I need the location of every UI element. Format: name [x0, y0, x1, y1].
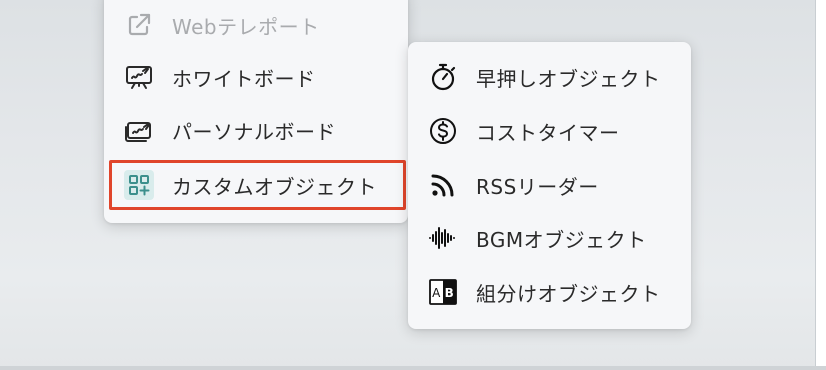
- personal-board-icon: [124, 115, 154, 145]
- ab-group-icon: A B: [428, 277, 458, 307]
- menu-item-label: Webテレポート: [172, 14, 320, 39]
- menu-item-grouping-object[interactable]: A B 組分けオブジェクト: [428, 270, 678, 314]
- menu-item-quick-press-object[interactable]: 早押しオブジェクト: [428, 55, 678, 99]
- menu-item-label: RSSリーダー: [476, 174, 599, 199]
- stopwatch-icon: [428, 62, 458, 92]
- menu-item-whiteboard[interactable]: ホワイトボード: [124, 55, 394, 99]
- menu-item-label: BGMオブジェクト: [476, 227, 647, 252]
- audio-wave-icon: [428, 223, 458, 253]
- window-right-edge: [816, 0, 826, 370]
- menu-item-label: 組分けオブジェクト: [476, 281, 661, 306]
- highlight-box: [109, 160, 406, 210]
- whiteboard-icon: [124, 62, 154, 92]
- window-bottom-edge: [0, 366, 826, 370]
- dollar-circle-icon: [428, 116, 458, 146]
- menu-item-label: 早押しオブジェクト: [476, 66, 661, 91]
- menu-item-label: ホワイトボード: [172, 66, 316, 91]
- menu-item-web-teleport: Webテレポート: [124, 3, 394, 47]
- menu-item-bgm-object[interactable]: BGMオブジェクト: [428, 216, 678, 260]
- svg-text:A: A: [432, 286, 441, 300]
- menu-item-personal-board[interactable]: パーソナルボード: [124, 108, 394, 152]
- menu-item-label: パーソナルボード: [172, 119, 336, 144]
- external-link-icon: [124, 10, 154, 40]
- svg-text:B: B: [445, 286, 455, 300]
- rss-icon: [428, 170, 458, 200]
- custom-object-submenu: 早押しオブジェクト コストタイマー RSSリーダー BGMオブジェクト A B …: [408, 42, 691, 329]
- menu-item-cost-timer[interactable]: コストタイマー: [428, 109, 678, 153]
- menu-item-label: コストタイマー: [476, 120, 620, 145]
- menu-item-rss-reader[interactable]: RSSリーダー: [428, 163, 678, 207]
